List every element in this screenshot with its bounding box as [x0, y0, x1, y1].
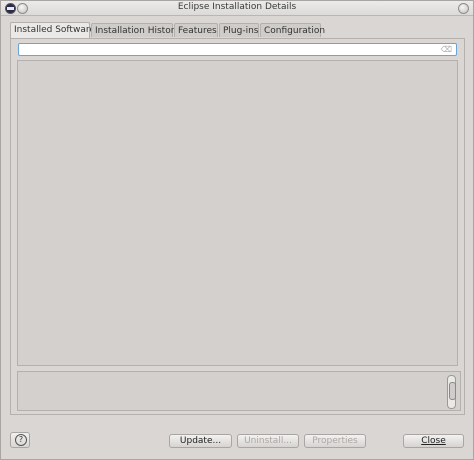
close-button[interactable]: Close	[403, 434, 464, 448]
details-scrollbar[interactable]	[447, 375, 456, 409]
window-title: Eclipse Installation Details	[177, 2, 297, 12]
filter-field[interactable]: ⌫	[18, 43, 457, 56]
close-button-label: Close	[421, 436, 446, 446]
properties-button[interactable]: Properties	[304, 434, 366, 448]
help-button[interactable]: ?	[10, 432, 30, 448]
update-button[interactable]: Update...	[169, 434, 232, 448]
tab-plug-ins[interactable]: Plug-ins	[219, 23, 259, 37]
installation-details-window: Eclipse Installation Details Installed S…	[0, 0, 474, 460]
update-button-label: Update...	[179, 436, 222, 446]
help-icon: ?	[15, 434, 27, 446]
tab-installation-history[interactable]: Installation History	[91, 23, 180, 37]
tab-configuration[interactable]: Configuration	[260, 23, 325, 37]
properties-button-label: Properties	[312, 436, 358, 446]
installed-software-list[interactable]	[17, 60, 458, 366]
title-bar: Eclipse Installation Details	[1, 1, 473, 16]
clear-icon[interactable]: ⌫	[441, 45, 452, 54]
window-close-icon[interactable]	[458, 3, 469, 14]
filter-input[interactable]	[19, 44, 445, 55]
tab-features[interactable]: Features	[174, 23, 218, 37]
uninstall-button[interactable]: Uninstall...	[237, 434, 299, 448]
details-area	[17, 371, 461, 411]
uninstall-button-label: Uninstall...	[244, 436, 292, 446]
tab-installed-software[interactable]: Installed Software	[10, 22, 95, 38]
